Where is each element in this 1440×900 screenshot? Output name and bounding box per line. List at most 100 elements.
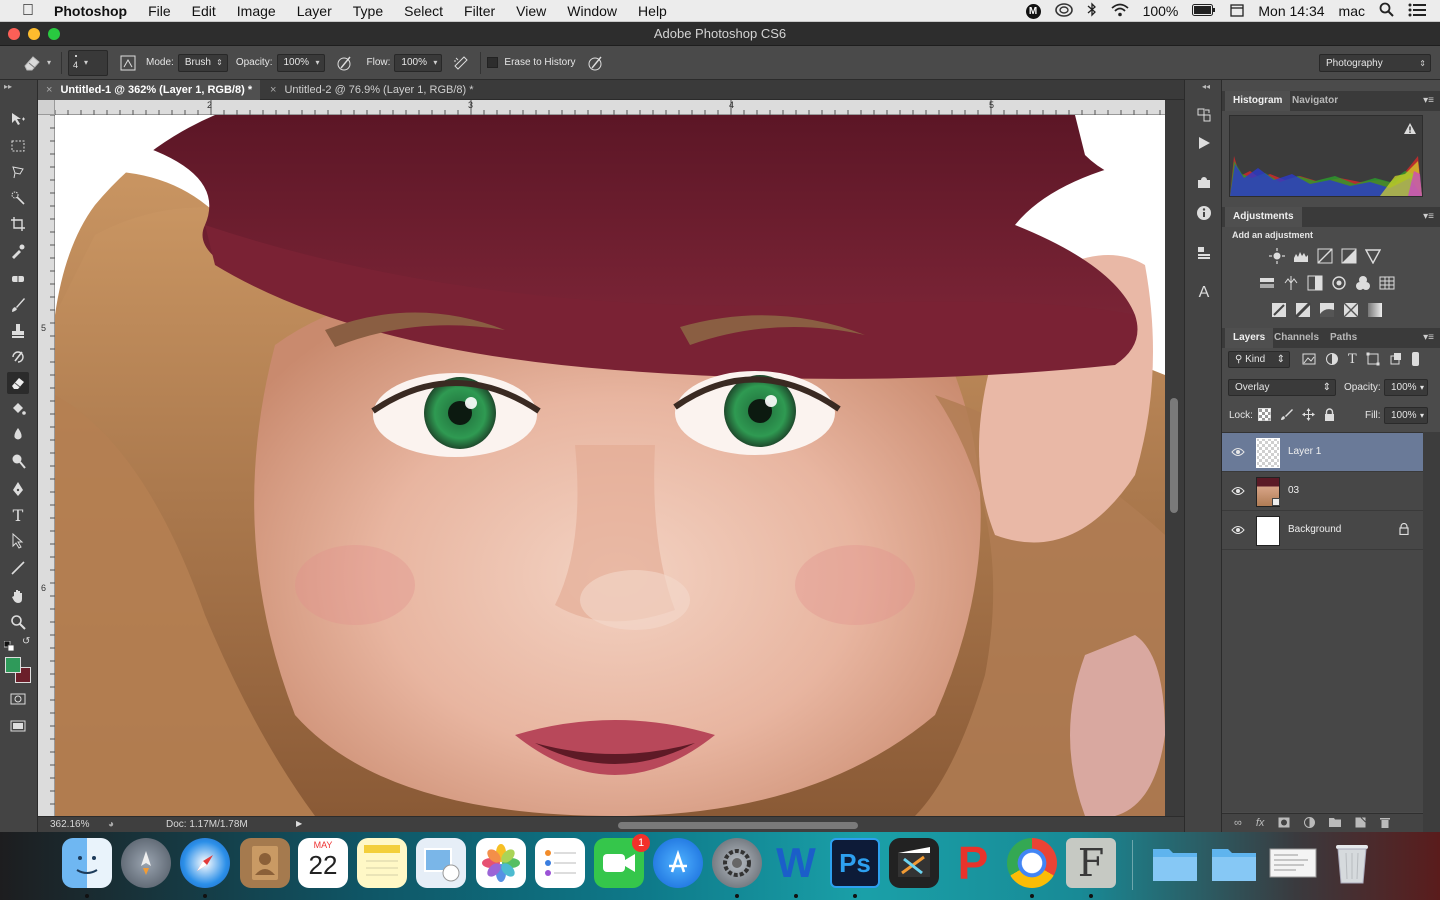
filter-adjustment-icon[interactable] [1325,352,1339,369]
photoshop-icon[interactable]: Ps [830,838,880,888]
levels-icon[interactable] [1292,247,1310,265]
menu-view[interactable]: View [516,3,546,19]
curves-icon[interactable] [1316,247,1334,265]
hue-saturation-icon[interactable] [1258,274,1276,292]
layer-opacity-field[interactable]: 100% ▾ [1384,379,1428,396]
tab-untitled-1[interactable]: × Untitled-1 @ 362% (Layer 1, RGB/8) * [38,80,260,100]
recent-documents-stack-icon[interactable] [1268,838,1318,888]
fontcase-icon[interactable]: F [1066,838,1116,888]
filter-shape-icon[interactable] [1366,352,1380,369]
tools-collapse-icon[interactable]: ▸▸ [4,82,12,91]
notes-icon[interactable] [357,838,407,888]
tab-histogram[interactable]: Histogram [1225,91,1291,111]
battery-icon[interactable] [1192,3,1216,19]
final-cut-icon[interactable] [889,838,939,888]
eraser-tool-preset-icon[interactable]: ▾ [22,54,51,72]
zoom-tool-icon[interactable] [7,611,29,633]
close-window-icon[interactable] [8,28,20,40]
path-selection-tool-icon[interactable] [7,530,29,552]
posterize-icon[interactable] [1294,301,1312,319]
pressure-opacity-icon[interactable] [335,54,353,72]
healing-brush-tool-icon[interactable] [7,268,29,290]
filter-pixel-icon[interactable] [1302,352,1316,369]
wifi-icon[interactable] [1110,3,1129,20]
chrome-icon[interactable] [1007,838,1057,888]
panel-menu-icon[interactable]: ▾≡ [1423,211,1434,222]
horizontal-scroll-thumb[interactable] [618,822,858,829]
layer-row-03[interactable]: 03 [1222,472,1423,511]
color-lookup-icon[interactable] [1378,274,1396,292]
brush-panel-toggle-icon[interactable] [120,55,136,71]
pressure-size-icon[interactable] [586,54,604,72]
layer-name[interactable]: 03 [1288,485,1299,496]
spotlight-icon[interactable] [1379,2,1394,20]
layer-row-background[interactable]: Background [1222,511,1423,550]
menu-file[interactable]: File [148,3,171,19]
link-layers-icon[interactable]: ∞ [1234,817,1242,831]
info-panel-icon[interactable] [1193,202,1215,224]
tool-presets-panel-icon[interactable] [1193,172,1215,194]
notification-center-icon[interactable] [1408,3,1426,20]
launchpad-icon[interactable] [121,838,171,888]
swap-colors-icon[interactable]: ↺ [22,636,30,647]
screen-mode-icon[interactable] [7,715,29,737]
filter-type-icon[interactable]: T [1348,352,1357,369]
layer-name[interactable]: Layer 1 [1288,446,1321,457]
layer-style-icon[interactable]: fx [1256,817,1265,831]
ruler-vertical[interactable]: 5 6 [38,115,55,816]
eye-icon[interactable] [1231,485,1245,497]
safari-icon[interactable] [180,838,230,888]
tab-paths[interactable]: Paths [1322,328,1365,348]
ruler-origin[interactable] [38,100,55,115]
fill-field[interactable]: 100% ▾ [1384,407,1428,424]
erase-to-history-checkbox[interactable] [487,57,499,68]
lock-position-icon[interactable] [1302,408,1315,424]
reminders-icon[interactable] [535,838,585,888]
lock-all-icon[interactable] [1324,408,1335,424]
cache-warning-icon[interactable] [1404,121,1416,139]
gradient-map-icon[interactable] [1366,301,1384,319]
opacity-field[interactable]: 100% ▾ [276,53,325,72]
photo-filter-icon[interactable] [1330,274,1348,292]
menu-image[interactable]: Image [237,3,276,19]
airbrush-icon[interactable] [452,54,470,72]
tab-adjustments[interactable]: Adjustments [1225,207,1302,227]
document-canvas[interactable] [55,115,1165,816]
creative-cloud-icon[interactable] [1054,2,1073,20]
quick-selection-tool-icon[interactable] [7,187,29,209]
facetime-icon[interactable]: 1 [594,834,650,888]
user-name[interactable]: mac [1339,3,1365,19]
actions-panel-icon[interactable] [1193,132,1215,154]
new-adjustment-layer-icon[interactable] [1304,817,1316,831]
minimize-window-icon[interactable] [28,28,40,40]
delete-layer-icon[interactable] [1380,817,1391,831]
documents-folder-icon[interactable] [1150,838,1200,888]
crop-tool-icon[interactable] [7,213,29,235]
finder-icon[interactable] [62,838,112,888]
eraser-tool-icon[interactable] [7,372,29,394]
move-tool-icon[interactable] [7,108,29,130]
menu-window[interactable]: Window [567,3,617,19]
eyedropper-tool-icon[interactable] [7,240,29,262]
menu-filter[interactable]: Filter [464,3,495,19]
menu-app-name[interactable]: Photoshop [54,3,127,19]
calendar-icon[interactable]: MAY 22 [298,838,348,888]
type-tool-icon[interactable]: T [7,504,29,526]
bluetooth-icon[interactable] [1087,2,1097,20]
history-brush-tool-icon[interactable] [7,346,29,368]
blend-mode-dropdown[interactable]: Overlay ⇕ [1228,379,1336,396]
trash-icon[interactable] [1327,838,1377,888]
eye-icon[interactable] [1231,524,1245,536]
close-icon[interactable]: × [46,84,52,96]
contacts-icon[interactable] [240,838,290,888]
lock-transparent-pixels-icon[interactable] [1258,408,1271,424]
layer-row-layer-1[interactable]: Layer 1 [1222,433,1423,472]
brush-tool-icon[interactable] [7,294,29,316]
layer-name[interactable]: Background [1288,524,1341,535]
paint-bucket-tool-icon[interactable] [7,398,29,420]
workspace-switcher[interactable]: Photography ⇕ [1319,54,1431,72]
calendar-menu-icon[interactable] [1230,3,1245,20]
default-colors-icon[interactable] [3,638,15,652]
menu-edit[interactable]: Edit [192,3,216,19]
status-menu-arrow-icon[interactable]: ▶ [296,819,302,828]
